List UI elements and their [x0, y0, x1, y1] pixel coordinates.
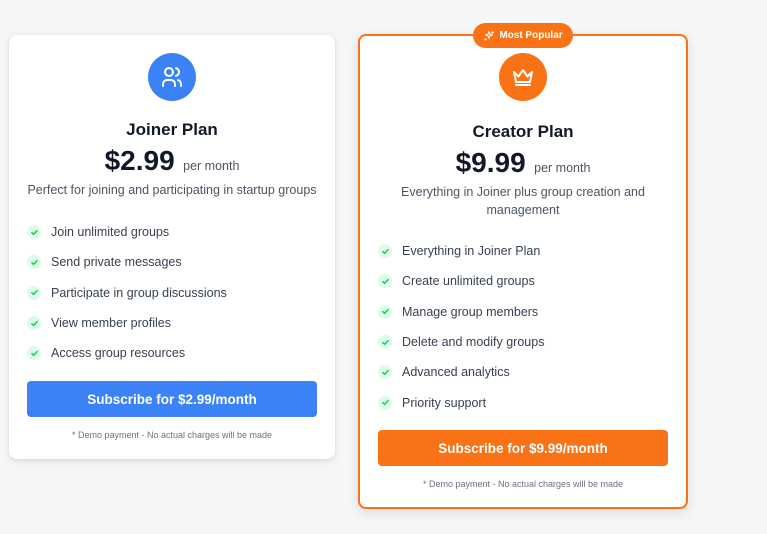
feature-list: Join unlimited groups Send private messa…	[27, 217, 317, 368]
check-icon	[378, 395, 392, 410]
check-icon	[27, 285, 41, 300]
plan-description: Everything in Joiner plus group creation…	[401, 185, 645, 217]
check-icon	[27, 346, 41, 361]
price-period: per month	[534, 161, 591, 175]
feature-item: Advanced analytics	[378, 357, 668, 387]
feature-item: Manage group members	[378, 297, 668, 327]
creator-plan-card: Creator Plan $9.99 per month Everything …	[358, 34, 688, 509]
subscribe-joiner-button[interactable]: Subscribe for $2.99/month	[27, 381, 317, 417]
feature-label: Manage group members	[402, 304, 539, 319]
joiner-plan-card: Joiner Plan $2.99 per month Perfect for …	[9, 35, 335, 459]
users-icon	[148, 53, 196, 101]
feature-item: Priority support	[378, 387, 668, 417]
feature-item: Participate in group discussions	[27, 278, 317, 308]
feature-list: Everything in Joiner Plan Create unlimit…	[378, 236, 668, 418]
feature-label: Participate in group discussions	[51, 285, 227, 300]
check-icon	[378, 365, 392, 380]
feature-label: Join unlimited groups	[51, 225, 170, 240]
check-icon	[27, 255, 41, 270]
feature-label: Send private messages	[51, 255, 182, 270]
feature-label: Create unlimited groups	[402, 274, 535, 289]
most-popular-badge: Most Popular	[473, 23, 573, 48]
badge-label: Most Popular	[499, 30, 563, 41]
check-icon	[27, 225, 41, 240]
feature-label: Everything in Joiner Plan	[402, 244, 541, 259]
crown-icon	[499, 53, 547, 101]
feature-label: View member profiles	[51, 316, 171, 331]
price-row: $9.99 per month	[360, 147, 686, 179]
demo-payment-note: * Demo payment - No actual charges will …	[71, 430, 273, 440]
check-icon	[27, 316, 41, 331]
check-icon	[378, 274, 392, 289]
check-icon	[378, 335, 392, 350]
plan-price: $9.99	[455, 147, 526, 178]
price-row: $2.99 per month	[9, 145, 335, 177]
price-period: per month	[183, 159, 240, 173]
feature-item: View member profiles	[27, 308, 317, 338]
check-icon	[378, 244, 392, 259]
feature-label: Delete and modify groups	[402, 335, 545, 350]
feature-item: Send private messages	[27, 247, 317, 277]
plan-title: Creator Plan	[472, 122, 574, 141]
feature-label: Advanced analytics	[402, 365, 510, 380]
plan-price: $2.99	[104, 145, 175, 176]
feature-label: Priority support	[402, 395, 487, 410]
plan-title: Joiner Plan	[126, 120, 218, 139]
feature-item: Create unlimited groups	[378, 266, 668, 296]
feature-item: Everything in Joiner Plan	[378, 236, 668, 266]
demo-payment-note: * Demo payment - No actual charges will …	[422, 479, 624, 489]
plan-description: Perfect for joining and participating in…	[27, 183, 317, 197]
sparkles-icon	[484, 30, 495, 40]
feature-label: Access group resources	[51, 346, 186, 361]
feature-item: Access group resources	[27, 338, 317, 368]
subscribe-creator-button[interactable]: Subscribe for $9.99/month	[378, 430, 668, 466]
feature-item: Delete and modify groups	[378, 327, 668, 357]
check-icon	[378, 304, 392, 319]
feature-item: Join unlimited groups	[27, 217, 317, 247]
